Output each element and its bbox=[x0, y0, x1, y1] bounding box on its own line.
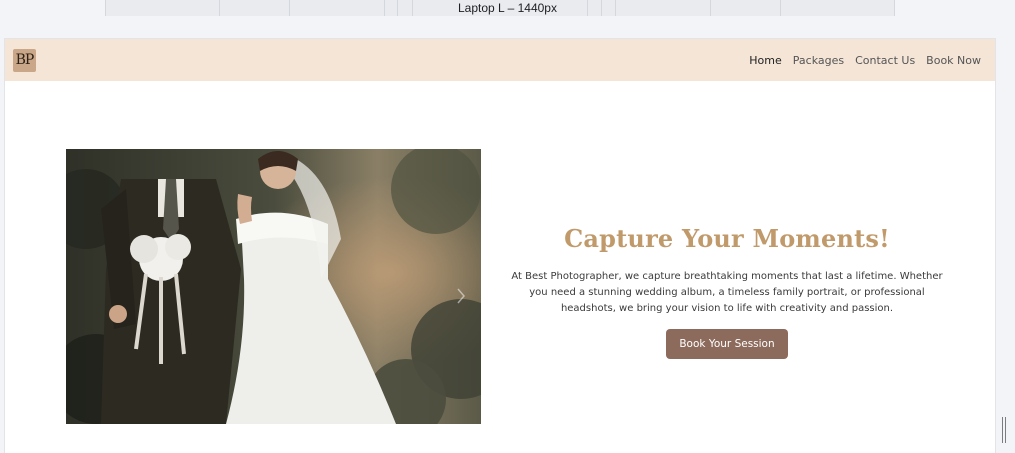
ruler-label: Laptop L – 1440px bbox=[0, 0, 1015, 16]
book-your-session-button[interactable]: Book Your Session bbox=[666, 329, 788, 359]
hero-title: Capture Your Moments! bbox=[564, 224, 890, 253]
nav-link-packages[interactable]: Packages bbox=[793, 54, 844, 67]
bride-and-groom-photo bbox=[66, 149, 481, 424]
page-viewport: BP Home Packages Contact Us Book Now Cap… bbox=[5, 39, 995, 453]
site-navbar: BP Home Packages Contact Us Book Now bbox=[5, 39, 995, 81]
resize-grip-line bbox=[1005, 417, 1006, 443]
nav-link-contact-us[interactable]: Contact Us bbox=[855, 54, 915, 67]
ruler-label-text: Laptop L – 1440px bbox=[450, 1, 565, 15]
site-logo[interactable]: BP bbox=[13, 49, 36, 72]
hero-image bbox=[66, 149, 481, 424]
hero-content: Capture Your Moments! At Best Photograph… bbox=[505, 224, 949, 359]
main-nav: Home Packages Contact Us Book Now bbox=[749, 39, 981, 81]
nav-link-book-now[interactable]: Book Now bbox=[926, 54, 981, 67]
viewport-resize-handle[interactable] bbox=[1002, 417, 1008, 443]
device-ruler: Laptop L – 1440px bbox=[0, 0, 1015, 16]
resize-grip-line bbox=[1002, 417, 1003, 443]
hero-description: At Best Photographer, we capture breatht… bbox=[511, 271, 943, 314]
nav-link-home[interactable]: Home bbox=[749, 54, 781, 67]
